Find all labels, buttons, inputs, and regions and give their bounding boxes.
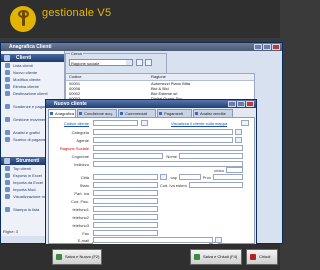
indirizzo-label: Indirizzo xyxy=(74,162,89,167)
new-client-titlebar[interactable]: Nuovo cliente xyxy=(46,100,256,108)
save-new-button[interactable]: Salva e Nuovo (F2) xyxy=(52,249,102,265)
tel2-label: telefono2 xyxy=(72,215,89,220)
maximize-button[interactable] xyxy=(237,101,245,107)
prov-field[interactable] xyxy=(213,174,243,180)
chevron-down-icon xyxy=(126,60,132,65)
panel-clients-header[interactable]: Clienti xyxy=(1,54,64,62)
clients-window-title: Anagrafica Clienti xyxy=(9,44,52,50)
column-ragione[interactable]: Ragione xyxy=(151,74,166,80)
key-logo-icon xyxy=(10,6,36,32)
prov-label: Prov xyxy=(202,175,211,180)
map-link[interactable]: Visualizza il cliente sulla mappa xyxy=(171,121,227,126)
close-window-button[interactable]: Chiudi xyxy=(246,249,278,265)
rows-count: Righe: 3 xyxy=(3,229,18,234)
app-header: gestionale V5 xyxy=(0,0,280,38)
tab-pagamenti[interactable]: Pagamenti xyxy=(157,109,192,117)
stato-label: Stato xyxy=(79,183,89,188)
client-form: Codice cliente Visualizza il cliente sul… xyxy=(48,117,255,244)
client-code-field[interactable] xyxy=(93,120,138,126)
tools-icon xyxy=(4,158,10,164)
sidebar-item-elimina[interactable]: Elimina cliente xyxy=(1,83,64,90)
sidebar-item-nuovo[interactable]: Nuovo cliente xyxy=(1,69,64,76)
tab-condizione[interactable]: Condizione acq. xyxy=(77,109,117,117)
cf-label: Cod. Fisc. xyxy=(70,199,89,204)
cod-iva-field[interactable] xyxy=(189,182,243,188)
app-title: gestionale V5 xyxy=(42,7,112,19)
cognome-label: Cognome xyxy=(71,154,89,159)
new-client-title: Nuovo cliente xyxy=(54,101,87,107)
fax-label: Fax xyxy=(82,231,89,236)
cap-label: cap xyxy=(170,175,177,180)
tel3-field[interactable] xyxy=(93,222,158,228)
tab-analisi[interactable]: Analisi vendite xyxy=(193,109,233,117)
nome-field[interactable] xyxy=(179,153,243,159)
ragione-label: Ragione Sociale xyxy=(59,146,89,151)
citta-label: Città xyxy=(80,175,89,180)
cf-field[interactable] xyxy=(93,198,158,204)
new-client-window: Nuovo cliente Anagrafica Condizione acq.… xyxy=(45,99,257,261)
nome-label: Nome xyxy=(166,154,177,159)
civico-label: civico xyxy=(213,168,224,173)
tabs: Anagrafica Condizione acq. Commerciali P… xyxy=(46,109,256,117)
sidebar-item-lista[interactable]: Lista clienti xyxy=(1,62,64,69)
maximize-button[interactable] xyxy=(263,44,271,50)
map-button[interactable] xyxy=(241,120,249,126)
piva-label: Part. iva xyxy=(74,191,89,196)
indirizzo-field[interactable] xyxy=(93,161,243,167)
categoria-select[interactable] xyxy=(93,129,233,135)
column-codice[interactable]: Codice xyxy=(69,74,81,80)
citta-field[interactable] xyxy=(93,174,158,180)
tel2-field[interactable] xyxy=(93,214,158,220)
clients-window-titlebar[interactable]: Anagrafica Clienti xyxy=(1,43,282,51)
filter-button[interactable] xyxy=(145,59,152,66)
categoria-add-button[interactable] xyxy=(235,129,242,135)
search-group-label: Cerca xyxy=(70,51,83,56)
close-button[interactable] xyxy=(272,44,280,50)
agente-select[interactable] xyxy=(93,137,233,143)
clients-icon xyxy=(4,55,10,61)
save-close-button[interactable]: Salva e Chiudi (F4) xyxy=(190,249,242,265)
tel1-label: telefono1 xyxy=(72,207,89,212)
tel3-label: telefono3 xyxy=(72,223,89,228)
cod-iva-label: Cod. Iva estero xyxy=(159,183,187,188)
search-field-select[interactable]: Ragione sociale xyxy=(69,59,133,66)
minimize-button[interactable] xyxy=(254,44,262,50)
agente-add-button[interactable] xyxy=(235,137,242,143)
tel1-field[interactable] xyxy=(93,206,158,212)
civico-field[interactable] xyxy=(226,167,243,173)
search-button[interactable] xyxy=(136,59,143,66)
close-button[interactable] xyxy=(246,101,254,107)
ragione-field[interactable] xyxy=(93,145,243,151)
piva-field[interactable] xyxy=(93,190,158,196)
fax-field[interactable] xyxy=(93,230,158,236)
action-bar: Salva e Nuovo (F2) Salva e Chiudi (F4) C… xyxy=(0,244,280,270)
sidebar-item-modifica[interactable]: Modifica cliente xyxy=(1,76,64,83)
tab-anagrafica[interactable]: Anagrafica xyxy=(48,109,76,117)
categoria-label: Categoria xyxy=(71,130,89,135)
table-header: Codice Ragione xyxy=(66,74,254,81)
minimize-button[interactable] xyxy=(228,101,236,107)
tab-commerciali[interactable]: Commerciali xyxy=(118,109,156,117)
refresh-code-button[interactable] xyxy=(141,120,148,126)
client-code-link[interactable]: Codice cliente xyxy=(49,121,89,126)
agente-label: Agente xyxy=(76,138,89,143)
